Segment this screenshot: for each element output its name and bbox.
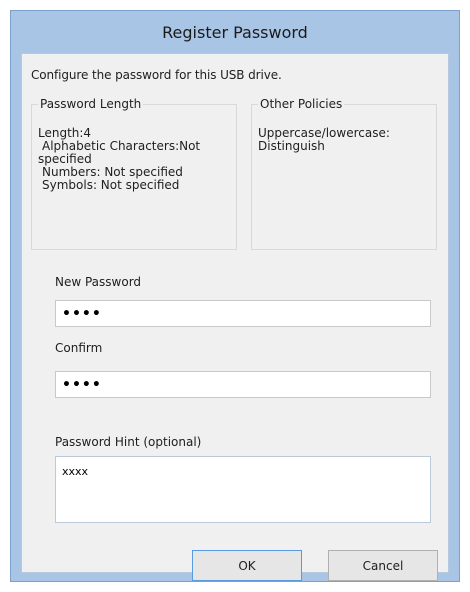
dialog-title: Register Password: [162, 22, 308, 42]
new-password-label: New Password: [55, 275, 142, 289]
other-policies-title: Other Policies: [258, 97, 345, 112]
password-length-title: Password Length: [38, 97, 144, 112]
symbols-line: Symbols: Not specified: [42, 178, 180, 192]
password-length-details: Length:4 Alphabetic Characters:Not speci…: [38, 127, 232, 192]
confirm-label: Confirm: [55, 341, 103, 355]
confirm-password-input[interactable]: ••••: [55, 371, 431, 398]
cancel-button[interactable]: Cancel: [328, 550, 438, 581]
register-password-dialog: Register Password Configure the password…: [10, 10, 460, 582]
intro-text: Configure the password for this USB driv…: [31, 68, 282, 82]
new-password-value: ••••: [62, 305, 102, 322]
password-hint-input[interactable]: xxxx: [55, 456, 431, 523]
password-hint-label: Password Hint (optional): [55, 435, 202, 449]
password-hint-value: xxxx: [62, 465, 89, 478]
confirm-password-value: ••••: [62, 376, 102, 393]
dialog-client-area: Configure the password for this USB driv…: [21, 53, 449, 581]
other-policies-group: Other Policies Uppercase/lowercase: Dist…: [251, 97, 437, 250]
other-policies-details: Uppercase/lowercase: Distinguish: [258, 127, 432, 153]
case-policy-value: Distinguish: [258, 139, 325, 153]
password-length-group: Password Length Length:4 Alphabetic Char…: [31, 97, 237, 250]
ok-button[interactable]: OK: [192, 550, 302, 581]
new-password-input[interactable]: ••••: [55, 300, 431, 327]
